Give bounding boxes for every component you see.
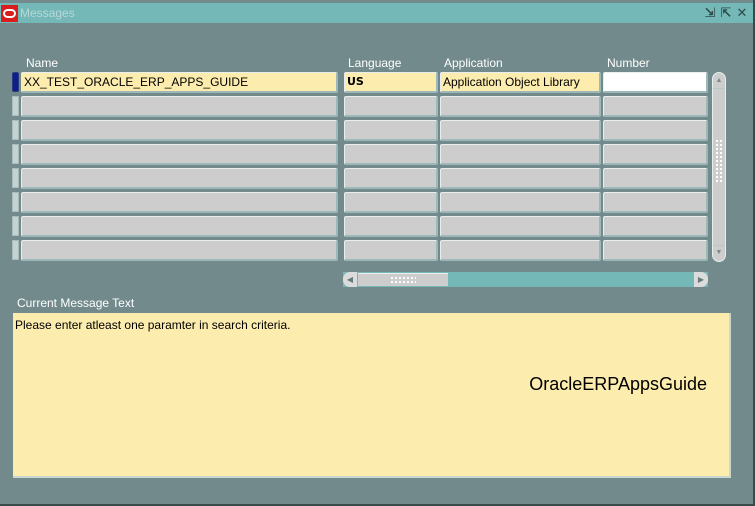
column-header-name: Name <box>26 56 59 70</box>
number-field[interactable] <box>603 240 708 261</box>
column-header-application: Application <box>444 56 503 70</box>
number-field[interactable] <box>603 168 708 189</box>
language-field[interactable] <box>344 144 438 165</box>
language-field[interactable] <box>344 168 438 189</box>
number-field[interactable] <box>603 72 708 93</box>
oracle-logo-icon <box>1 5 18 22</box>
language-field[interactable] <box>344 120 438 141</box>
scroll-left-icon[interactable]: ◀ <box>343 272 357 287</box>
application-field[interactable] <box>440 192 601 213</box>
name-field[interactable] <box>21 168 338 189</box>
scroll-down-icon[interactable]: ▼ <box>713 245 725 260</box>
maximize-icon[interactable]: ⇱ <box>718 5 734 21</box>
record-indicator[interactable] <box>12 72 19 92</box>
watermark-text: OracleERPAppsGuide <box>529 374 707 394</box>
name-field[interactable]: XX_TEST_ORACLE_ERP_APPS_GUIDE <box>21 72 338 93</box>
application-field[interactable] <box>440 168 601 189</box>
current-message-text-field[interactable]: Please enter atleast one paramter in sea… <box>13 313 731 478</box>
language-field[interactable] <box>344 96 438 117</box>
vertical-scrollbar[interactable]: ▲ ▼ <box>712 72 726 262</box>
application-field[interactable] <box>440 216 601 237</box>
number-field[interactable] <box>603 96 708 117</box>
message-text: Please enter atleast one paramter in sea… <box>15 318 291 332</box>
language-field[interactable]: US <box>344 72 438 93</box>
number-field[interactable] <box>603 144 708 165</box>
number-field[interactable] <box>603 120 708 141</box>
application-field[interactable] <box>440 96 601 117</box>
record-indicator[interactable] <box>12 96 19 116</box>
record-indicator[interactable] <box>12 144 19 164</box>
language-field[interactable] <box>344 240 438 261</box>
column-header-language: Language <box>348 56 402 70</box>
application-field[interactable]: Application Object Library <box>440 72 601 93</box>
record-indicator[interactable] <box>12 168 19 188</box>
language-field[interactable] <box>344 192 438 213</box>
scroll-thumb-grip-icon[interactable] <box>715 139 723 183</box>
window-title: Messages <box>20 6 75 20</box>
close-icon[interactable]: ✕ <box>734 5 750 21</box>
current-message-text-label: Current Message Text <box>17 296 135 310</box>
minimize-icon[interactable]: ⇲ <box>702 5 718 21</box>
number-field[interactable] <box>603 192 708 213</box>
horizontal-scroll-thumb[interactable] <box>358 273 448 286</box>
messages-window: Messages ⇲ ⇱ ✕ Name Language Application… <box>0 0 755 506</box>
name-field[interactable] <box>21 96 338 117</box>
name-field[interactable] <box>21 216 338 237</box>
title-bar[interactable]: Messages ⇲ ⇱ ✕ <box>0 3 753 23</box>
name-field[interactable] <box>21 192 338 213</box>
application-field[interactable] <box>440 144 601 165</box>
application-field[interactable] <box>440 120 601 141</box>
record-indicator[interactable] <box>12 192 19 212</box>
language-field[interactable] <box>344 216 438 237</box>
scroll-up-icon[interactable]: ▲ <box>713 74 725 89</box>
name-field[interactable] <box>21 240 338 261</box>
name-field[interactable] <box>21 120 338 141</box>
record-indicator[interactable] <box>12 216 19 236</box>
number-field[interactable] <box>603 216 708 237</box>
column-header-number: Number <box>607 56 650 70</box>
application-field[interactable] <box>440 240 601 261</box>
record-indicator[interactable] <box>12 120 19 140</box>
scroll-right-icon[interactable]: ▶ <box>694 272 708 287</box>
horizontal-scrollbar[interactable]: ◀ ▶ <box>343 272 708 287</box>
record-indicator[interactable] <box>12 240 19 260</box>
scroll-thumb-grip-icon <box>390 276 416 284</box>
name-field[interactable] <box>21 144 338 165</box>
